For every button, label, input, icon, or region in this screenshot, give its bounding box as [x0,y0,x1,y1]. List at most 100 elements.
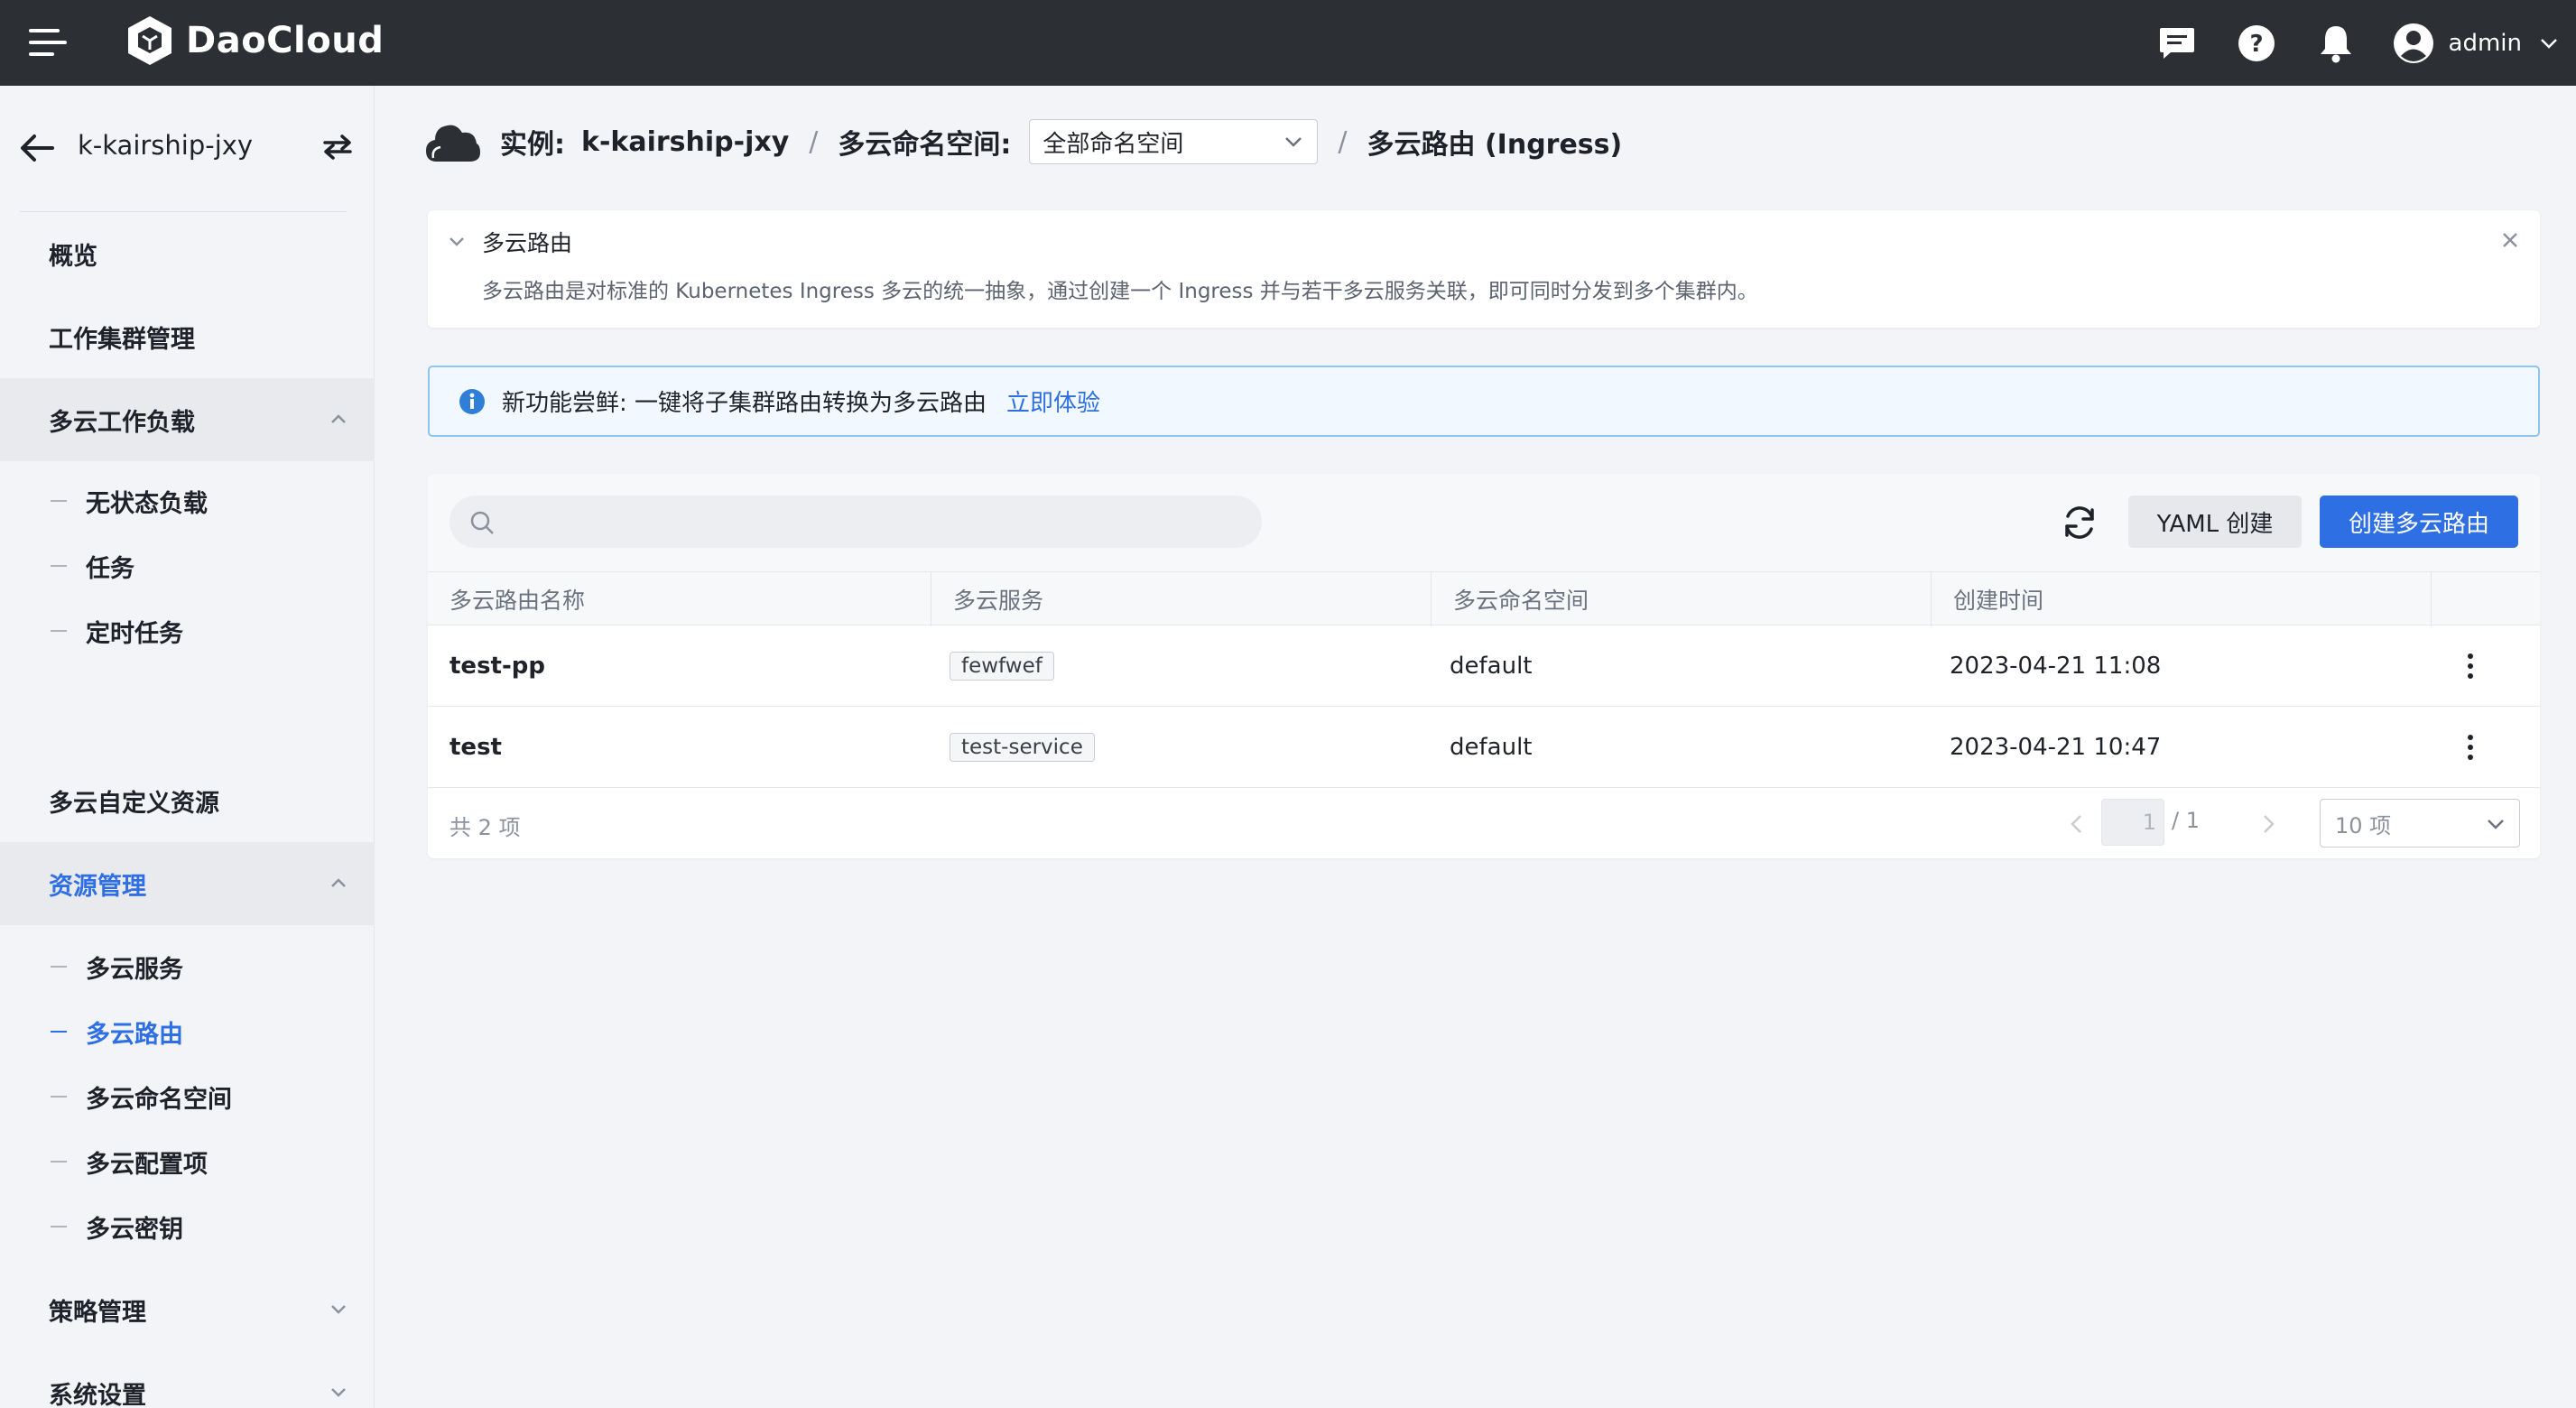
breadcrumb: 实例: k-kairship-jxy / 多云命名空间: 全部命名空间 / 多云… [424,114,1622,170]
cloud-icon [426,125,480,162]
sidebar-item-policy-management[interactable]: 策略管理 [0,1268,375,1351]
column-header-service[interactable]: 多云服务 [931,572,1432,626]
avatar-icon [2393,23,2433,63]
namespace-label: 多云命名空间: [838,129,1012,161]
switch-instance-icon[interactable] [321,133,354,162]
chevron-up-icon [331,878,346,887]
sidebar-item-label: 多云密钥 [86,1215,183,1244]
service-tag: test-service [950,733,1095,762]
back-arrow-icon[interactable] [18,133,54,163]
namespace-selected: 全部命名空间 [1042,130,1184,158]
sidebar-item-label: 多云配置项 [86,1150,208,1179]
table-footer: 共 2 项 / 1 10 项 [428,788,2540,858]
page-number-input[interactable] [2101,799,2164,846]
next-page-icon[interactable] [2258,813,2278,835]
chevron-down-icon [331,1305,346,1314]
instance-name: k-kairship-jxy [78,130,254,161]
chevron-up-icon [331,414,346,423]
column-header-namespace[interactable]: 多云命名空间 [1432,572,1932,626]
total-count: 共 2 项 [449,815,521,840]
sidebar-item-label: 资源管理 [49,872,146,901]
user-name: admin [2448,29,2522,57]
created-time-cell: 2023-04-21 11:08 [1950,653,2162,680]
chevron-down-icon [2541,38,2557,49]
sidebar-item-label: 多云自定义资源 [49,789,219,818]
sidebar-item-secrets[interactable]: 多云密钥 [0,1194,375,1259]
column-header-name[interactable]: 多云路由名称 [428,572,931,626]
sidebar-item-label: 多云工作负载 [49,408,195,437]
sidebar-item-label: 多云服务 [86,955,183,984]
sidebar: k-kairship-jxy 概览 工作集群管理 多云工作负载 无状态负载 任务… [0,86,375,1408]
svg-text:?: ? [2249,31,2263,58]
search-icon [470,511,494,534]
table-row[interactable]: test test-service default 2023-04-21 10:… [428,707,2540,788]
sidebar-item-label: 策略管理 [49,1298,146,1327]
chevron-down-icon [331,1388,346,1397]
namespace-cell: default [1450,734,1533,761]
namespace-select[interactable]: 全部命名空间 [1029,119,1319,164]
instance-link[interactable]: k-kairship-jxy [581,126,789,158]
daocloud-logo-icon [128,16,171,65]
refresh-icon[interactable] [2060,503,2099,542]
ingress-name[interactable]: test [449,707,502,788]
feature-alert: 新功能尝鲜: 一键将子集群路由转换为多云路由 立即体验 [428,366,2540,437]
more-actions-icon[interactable] [2457,734,2484,761]
user-menu[interactable]: admin [2393,23,2558,64]
top-bar: DaoCloud ? admin [0,0,2576,86]
bell-icon[interactable] [2313,21,2358,66]
try-now-link[interactable]: 立即体验 [1006,384,1100,418]
sidebar-item-configmaps[interactable]: 多云配置项 [0,1129,375,1194]
column-header-created[interactable]: 创建时间 [1932,572,2432,626]
yaml-create-button[interactable]: YAML 创建 [2128,496,2302,548]
breadcrumb-separator: / [1338,125,1348,158]
created-time-cell: 2023-04-21 10:47 [1950,734,2162,761]
sidebar-item-label: 任务 [86,554,134,583]
sidebar-item-custom-resources[interactable]: 多云自定义资源 [0,759,375,842]
menu-icon[interactable] [29,27,67,58]
search-input[interactable] [449,496,1262,548]
sidebar-item-workloads[interactable]: 多云工作负载 [0,378,375,461]
ingress-table-panel: YAML 创建 创建多云路由 多云路由名称 多云服务 多云命名空间 创建时间 t… [428,474,2540,858]
collapse-chevron-icon[interactable] [448,235,466,247]
sidebar-item-label: 定时任务 [86,619,183,648]
more-actions-icon[interactable] [2457,653,2484,680]
page-size-value: 10 项 [2335,812,2392,838]
sidebar-item-services[interactable]: 多云服务 [0,934,375,999]
instance-label: 实例: [500,129,565,161]
brand-name: DaoCloud [186,20,385,61]
page-size-select[interactable]: 10 项 [2320,799,2520,848]
close-icon[interactable] [2500,230,2520,250]
sidebar-item-jobs[interactable]: 任务 [0,533,375,598]
service-tag: fewfwef [950,652,1054,681]
sidebar-item-label: 概览 [49,242,97,271]
sidebar-item-cluster-management[interactable]: 工作集群管理 [0,295,375,378]
ingress-name[interactable]: test-pp [449,625,545,707]
prev-page-icon[interactable] [2067,813,2087,835]
sidebar-item-label: 多云命名空间 [86,1085,232,1114]
logo[interactable]: DaoCloud [125,13,384,69]
info-title: 多云路由 [482,230,573,256]
sidebar-item-label: 系统设置 [49,1381,146,1408]
help-icon[interactable]: ? [2234,21,2279,66]
breadcrumb-separator: / [809,125,819,158]
sidebar-item-namespaces[interactable]: 多云命名空间 [0,1064,375,1129]
page-title: 多云路由 (Ingress) [1367,129,1623,161]
page-total: / 1 [2172,808,2200,833]
sidebar-header: k-kairship-jxy [0,86,375,212]
chevron-down-icon [1285,137,1302,147]
sidebar-item-label: 无状态负载 [86,489,208,518]
message-icon[interactable] [2154,21,2200,66]
sidebar-item-resource-management[interactable]: 资源管理 [0,842,375,925]
info-card: 多云路由 多云路由是对标准的 Kubernetes Ingress 多云的统一抽… [428,210,2540,328]
table-row[interactable]: test-pp fewfwef default 2023-04-21 11:08 [428,625,2540,707]
alert-text: 新功能尝鲜: 一键将子集群路由转换为多云路由 [502,390,987,417]
sidebar-item-label: 工作集群管理 [49,325,195,354]
chevron-down-icon [2488,820,2504,829]
create-ingress-button[interactable]: 创建多云路由 [2320,496,2518,548]
sidebar-item-deployments[interactable]: 无状态负载 [0,468,375,533]
sidebar-item-ingress[interactable]: 多云路由 [0,999,375,1064]
sidebar-item-system-settings[interactable]: 系统设置 [0,1351,375,1408]
namespace-cell: default [1450,653,1533,680]
sidebar-item-overview[interactable]: 概览 [0,212,375,295]
sidebar-item-cronjobs[interactable]: 定时任务 [0,598,375,663]
